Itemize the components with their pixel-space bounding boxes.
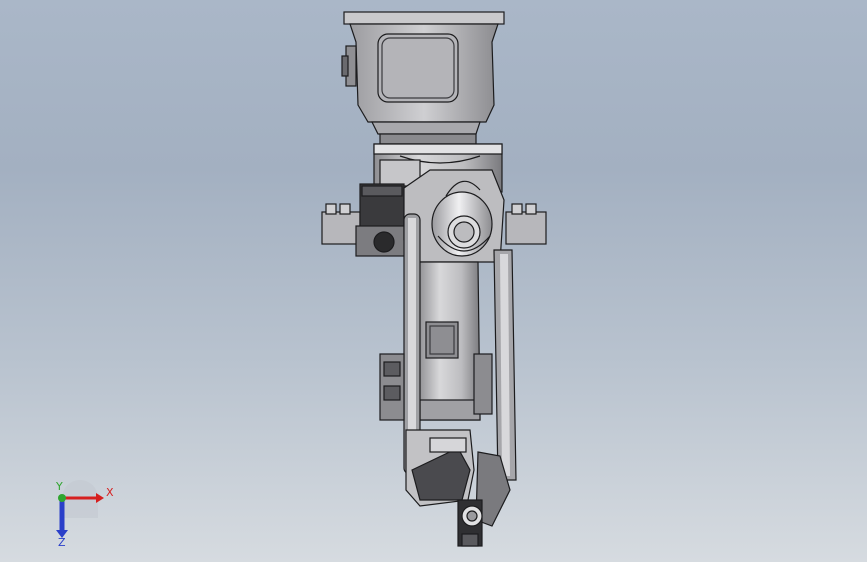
shoulder-motor (431, 191, 493, 257)
right-link-rod (493, 249, 517, 481)
robot-arm-model[interactable] (0, 0, 867, 562)
x-axis-label: X (106, 486, 114, 499)
y-axis-label: Y (55, 480, 63, 493)
x-arrowhead-icon (96, 493, 104, 503)
lower-arm (417, 261, 481, 421)
base-housing (341, 11, 505, 145)
y-axis-dot (58, 494, 66, 502)
z-axis-label: Z (58, 536, 66, 548)
orientation-triad: X Y Z (55, 480, 114, 548)
model-viewport[interactable]: X Y Z (0, 0, 867, 562)
shoulder-gearbox (355, 183, 407, 257)
end-effector (457, 499, 483, 547)
